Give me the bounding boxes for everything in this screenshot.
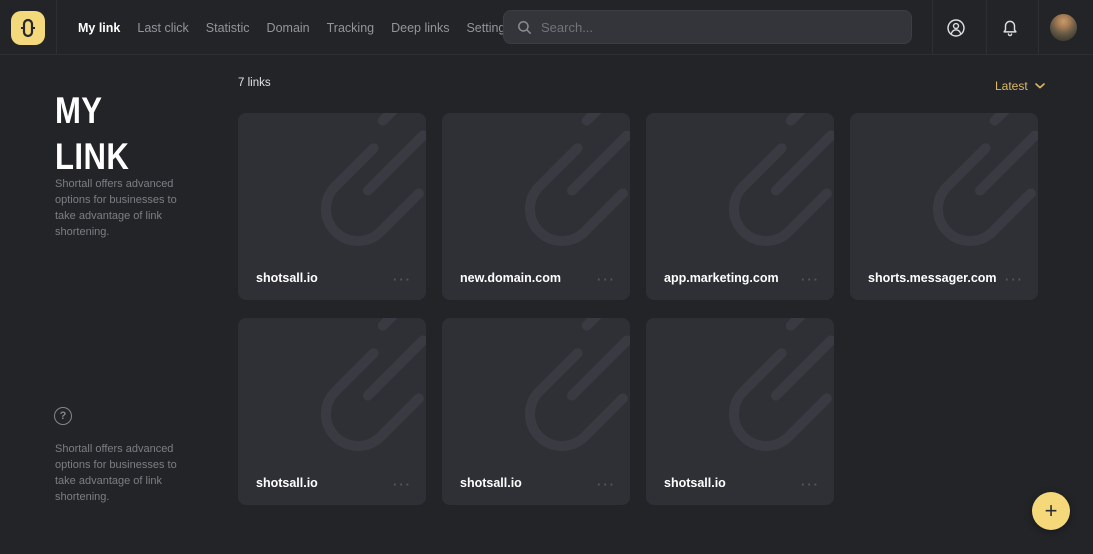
card-menu-button[interactable]: ··· <box>1005 272 1024 287</box>
search-box <box>503 10 912 44</box>
link-card[interactable]: app.marketing.com ··· <box>646 113 834 300</box>
navbar-divider <box>1038 0 1039 55</box>
link-card[interactable]: new.domain.com ··· <box>442 113 630 300</box>
link-card-title: shotsall.io <box>664 476 726 490</box>
search-input[interactable] <box>541 20 898 35</box>
nav-item[interactable]: Last click <box>137 21 188 35</box>
shortall-logo[interactable] <box>11 11 45 45</box>
card-menu-button[interactable]: ··· <box>393 272 412 287</box>
navbar-divider <box>986 0 987 55</box>
link-card[interactable]: shotsall.io ··· <box>238 318 426 505</box>
nav-item[interactable]: Domain <box>267 21 310 35</box>
navbar-divider <box>932 0 933 55</box>
bell-icon <box>999 17 1021 39</box>
help-icon-glyph: ? <box>60 410 67 422</box>
nav-item[interactable]: Deep links <box>391 21 449 35</box>
top-navbar: My link Last click Statistic Domain Trac… <box>0 0 1093 55</box>
links-grid: shotsall.io ··· new.domain.com ··· <box>238 113 1038 505</box>
page-title: MY LINK <box>55 88 129 180</box>
logo-container <box>0 0 57 55</box>
main-nav: My link Last click Statistic Domain Trac… <box>78 0 505 55</box>
sidebar-description: Shortall offers advanced options for bus… <box>55 176 191 240</box>
card-menu-button[interactable]: ··· <box>801 477 820 492</box>
paperclip-logo-icon <box>19 17 37 39</box>
help-icon[interactable]: ? <box>54 407 72 425</box>
link-card-title: shorts.messager.com <box>868 271 997 285</box>
nav-item[interactable]: Statistic <box>206 21 250 35</box>
account-icon <box>945 17 967 39</box>
search-icon <box>517 20 532 35</box>
card-menu-button[interactable]: ··· <box>597 272 616 287</box>
account-button[interactable] <box>940 0 972 55</box>
card-menu-button[interactable]: ··· <box>801 272 820 287</box>
nav-item[interactable]: Tracking <box>327 21 374 35</box>
links-count: 7 links <box>238 77 271 89</box>
link-card[interactable]: shorts.messager.com ··· <box>850 113 1038 300</box>
nav-item[interactable]: Setting <box>466 21 505 35</box>
sort-label: Latest <box>995 79 1028 93</box>
link-card-title: new.domain.com <box>460 271 561 285</box>
link-card-title: shotsall.io <box>256 271 318 285</box>
link-card[interactable]: shotsall.io ··· <box>646 318 834 505</box>
card-menu-button[interactable]: ··· <box>393 477 412 492</box>
link-card-title: app.marketing.com <box>664 271 779 285</box>
link-card[interactable]: shotsall.io ··· <box>442 318 630 505</box>
page-title-line2: LINK <box>55 136 129 177</box>
page-title-line1: MY <box>55 90 102 131</box>
link-card[interactable]: shotsall.io ··· <box>238 113 426 300</box>
notifications-button[interactable] <box>994 0 1026 55</box>
plus-icon: + <box>1045 498 1058 524</box>
link-card-title: shotsall.io <box>460 476 522 490</box>
user-avatar[interactable] <box>1050 14 1077 41</box>
add-link-button[interactable]: + <box>1032 492 1070 530</box>
sort-dropdown[interactable]: Latest <box>995 78 1045 94</box>
nav-item[interactable]: My link <box>78 21 120 35</box>
sidebar-help-description: Shortall offers advanced options for bus… <box>55 441 191 505</box>
chevron-down-icon <box>1035 83 1045 89</box>
card-menu-button[interactable]: ··· <box>597 477 616 492</box>
link-card-title: shotsall.io <box>256 476 318 490</box>
